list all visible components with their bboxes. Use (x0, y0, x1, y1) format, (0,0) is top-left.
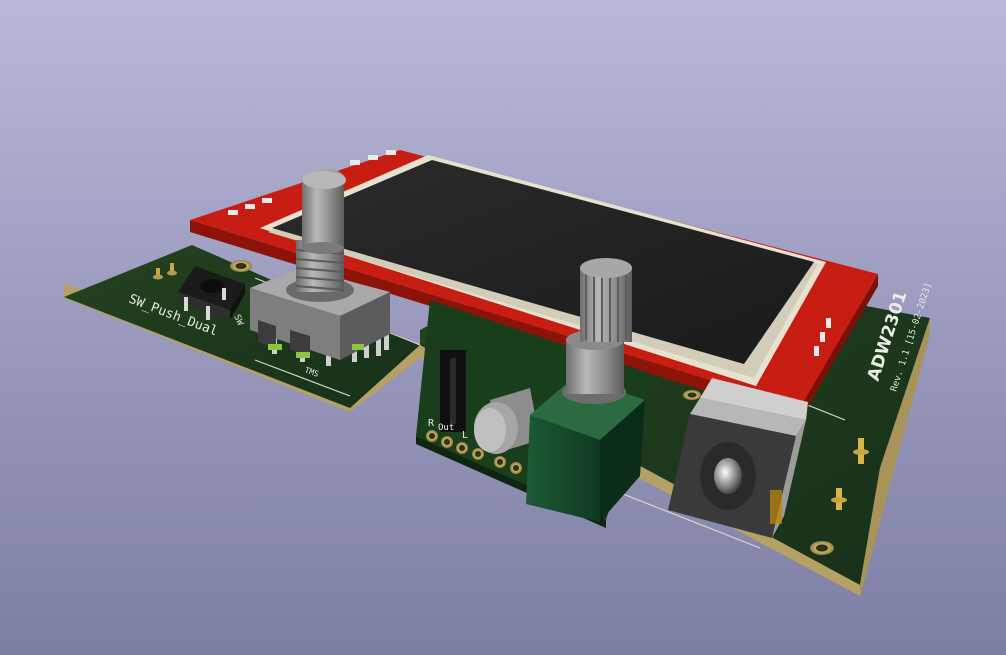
mounting-hole (810, 541, 834, 555)
silk-audio-out: Out (438, 423, 454, 433)
mounting-hole (230, 260, 252, 272)
silk-audio-l: L (462, 430, 468, 441)
pcb-3d-render: SW_Push_Dual SW TMS R Out L ADW2301 Rev.… (64, 150, 934, 598)
mounting-hole (683, 390, 701, 400)
silk-audio-r: R (428, 418, 435, 429)
